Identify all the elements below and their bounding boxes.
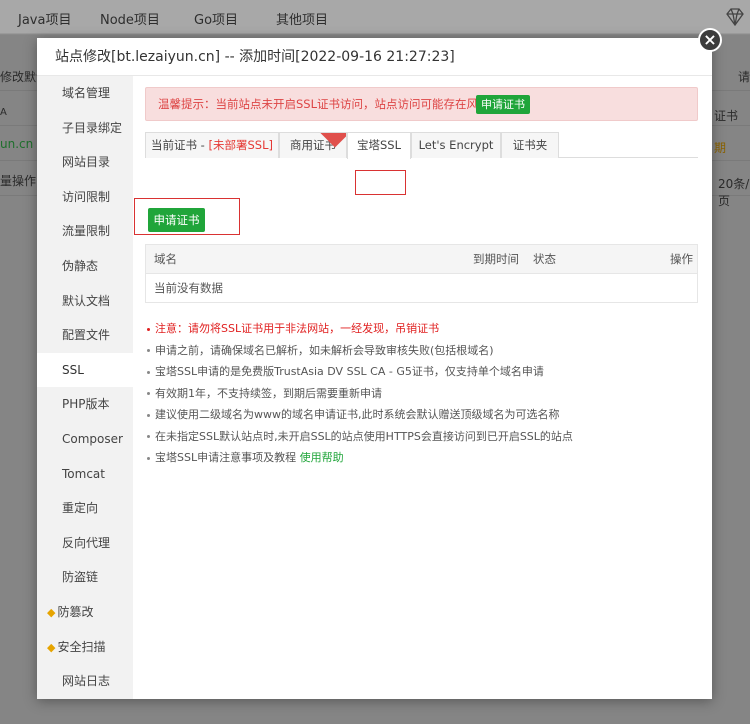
bg-fragment: A [0,107,7,118]
nav-other-projects: 其他项目 [276,13,329,28]
sidebar-item-site-dir[interactable]: 网站目录 [37,145,133,180]
sidebar-item-reverse-proxy[interactable]: 反向代理 [37,526,133,561]
cert-table: 域名 到期时间 状态 操作 当前没有数据 [145,244,698,303]
sidebar-item-ssl[interactable]: SSL [37,352,133,388]
column-expiry: 到期时间 [473,252,519,266]
gem-icon: ◆ [47,640,56,654]
sidebar-item-composer[interactable]: Composer [37,422,133,457]
empty-row: 当前没有数据 [154,281,223,295]
bg-fragment: 请 [738,70,750,84]
tab-cert-folder[interactable]: 证书夹 [501,132,559,158]
sidebar-item-php-version[interactable]: PHP版本 [37,387,133,422]
column-domain: 域名 [154,252,177,266]
cert-status: [未部署SSL] [208,138,273,152]
gem-icon: ◆ [47,605,56,619]
sidebar-item-access-limit[interactable]: 访问限制 [37,180,133,215]
list-item: 建议使用二级域名为www的域名申请证书,此时系统会默认赠送顶级域名为可选名称 [145,404,705,426]
sidebar-item-subdir[interactable]: 子目录绑定 [37,111,133,146]
sidebar-item-tomcat[interactable]: Tomcat [37,457,133,492]
tab-highlight-box [355,170,406,195]
tab-letsencrypt[interactable]: Let's Encrypt [411,132,501,158]
sidebar-item-traffic-limit[interactable]: 流量限制 [37,214,133,249]
warning-text: 温馨提示：当前站点未开启SSL证书访问，站点访问可能存在风险。 [158,97,502,111]
nav-go-projects: Go项目 [194,13,239,28]
diamond-icon [726,8,744,27]
list-item: 注意：请勿将SSL证书用于非法网站，一经发现，吊销证书 [145,318,705,340]
nav-java-projects: Java项目 [18,13,72,28]
bg-fragment: 量操作 [0,174,37,188]
list-item: 有效期1年，不支持续签，到期后需要重新申请 [145,383,705,405]
site-edit-dialog: 站点修改[bt.lezaiyun.cn] -- 添加时间[2022-09-16 … [37,38,712,699]
ssl-tabs: 当前证书 - [未部署SSL] 商用证书 宝塔SSL Let's Encrypt… [145,132,698,159]
ssl-notes: 注意：请勿将SSL证书用于非法网站，一经发现，吊销证书 申请之前，请确保域名已解… [145,318,705,469]
tab-commercial-cert[interactable]: 商用证书 [279,132,347,158]
sidebar-item-rewrite[interactable]: 伪静态 [37,249,133,284]
column-actions: 操作 [670,252,693,266]
sidebar-item-default-doc[interactable]: 默认文档 [37,284,133,319]
bg-fragment: 证书 [714,109,739,123]
ssl-warning-bar: 温馨提示：当前站点未开启SSL证书访问，站点访问可能存在风险。 申请证书 [145,87,698,121]
ssl-panel: 温馨提示：当前站点未开启SSL证书访问，站点访问可能存在风险。 申请证书 当前证… [133,76,712,699]
tab-baota-ssl[interactable]: 宝塔SSL [347,132,411,159]
list-item: 宝塔SSL申请的是免费版TrustAsia DV SSL CA - G5证书，仅… [145,361,705,383]
close-dialog-button[interactable]: × [698,28,722,52]
sidebar-item-redirect[interactable]: 重定向 [37,491,133,526]
dialog-sidebar: 域名管理 子目录绑定 网站目录 访问限制 流量限制 伪静态 默认文档 配置文件 … [37,76,133,699]
bg-fragment: 20条/页 [718,177,750,208]
bg-fragment: un.cn [0,137,34,151]
nav-node-projects: Node项目 [100,13,160,28]
sidebar-item-domain[interactable]: 域名管理 [37,76,133,111]
sidebar-item-security-scan[interactable]: ◆ 安全扫描 [37,630,133,665]
apply-cert-button[interactable]: 申请证书 [148,208,205,232]
column-status: 状态 [533,252,556,266]
table-header: 域名 到期时间 状态 操作 [146,245,697,274]
sidebar-item-hotlink[interactable]: 防盗链 [37,560,133,595]
tab-current-cert[interactable]: 当前证书 - [未部署SSL] [145,132,279,158]
list-item: 申请之前，请确保域名已解析，如未解析会导致审核失败(包括根域名) [145,340,705,362]
warning-apply-cert-button[interactable]: 申请证书 [476,95,530,114]
help-link[interactable]: 使用帮助 [300,451,344,464]
sidebar-item-config[interactable]: 配置文件 [37,318,133,353]
dialog-title: 站点修改[bt.lezaiyun.cn] -- 添加时间[2022-09-16 … [37,38,712,76]
bg-fragment: 期 [714,141,727,155]
list-item: 宝塔SSL申请注意事项及教程 使用帮助 [145,447,705,469]
sidebar-item-tamper-proof[interactable]: ◆ 防篡改 [37,595,133,630]
background-top-nav: Java项目 Node项目 Go项目 其他项目 [0,0,750,34]
list-item: 在未指定SSL默认站点时,未开启SSL的站点使用HTTPS会直接访问到已开启SS… [145,426,705,448]
sidebar-item-site-log[interactable]: 网站日志 [37,664,133,699]
